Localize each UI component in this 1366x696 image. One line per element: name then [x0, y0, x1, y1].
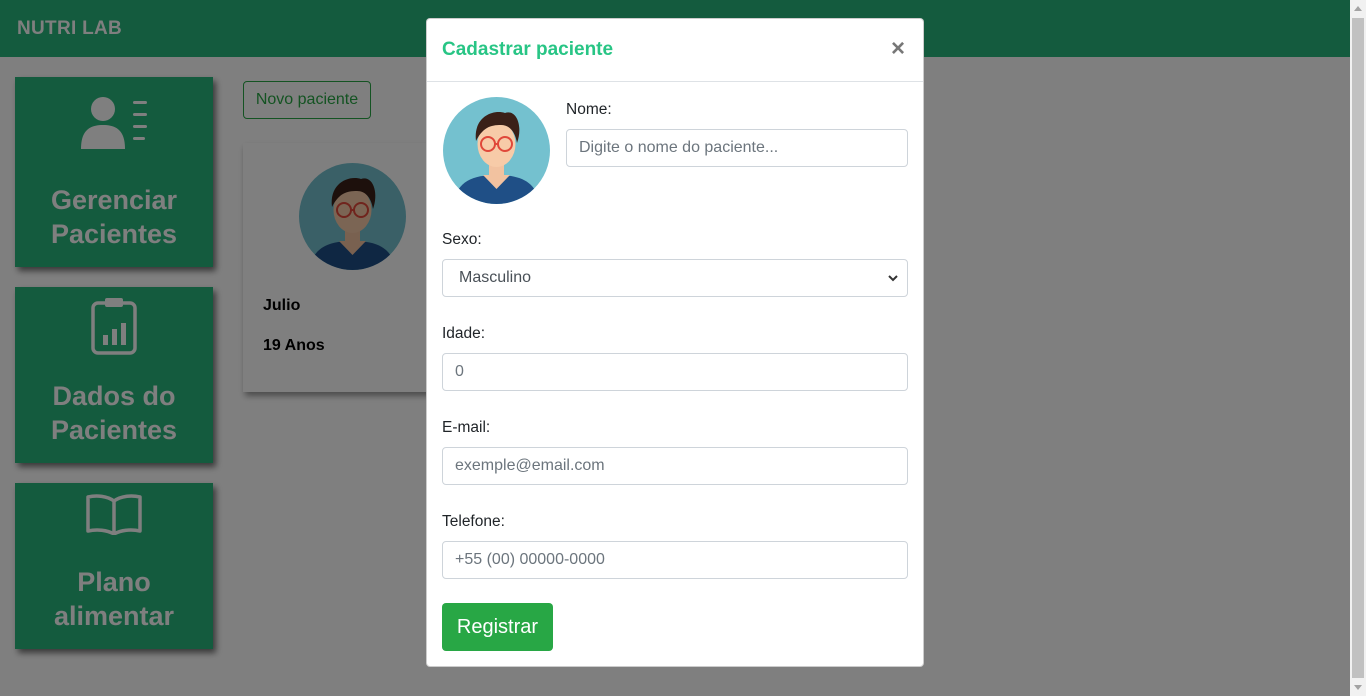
- phone-label: Telefone:: [442, 513, 505, 530]
- sex-select-value: Masculino: [459, 269, 532, 286]
- chevron-down-icon: [888, 275, 898, 282]
- email-label: E-mail:: [442, 419, 491, 436]
- register-patient-modal: Cadastrar paciente × Nome: Digite o nome…: [426, 18, 924, 667]
- name-label: Nome:: [566, 101, 612, 118]
- age-input[interactable]: 0: [442, 353, 908, 391]
- modal-title: Cadastrar paciente: [442, 39, 614, 60]
- modal-header: Cadastrar paciente ×: [427, 19, 923, 82]
- scroll-up-arrow-icon[interactable]: [1350, 0, 1366, 16]
- sex-select[interactable]: Masculino: [442, 259, 908, 297]
- scroll-down-arrow-icon[interactable]: [1350, 680, 1366, 696]
- sex-label: Sexo:: [442, 231, 482, 248]
- patient-avatar: [443, 97, 550, 204]
- name-input[interactable]: Digite o nome do paciente...: [566, 129, 908, 167]
- close-icon[interactable]: ×: [891, 37, 905, 61]
- age-label: Idade:: [442, 325, 486, 342]
- phone-field[interactable]: +55 (00) 00000-0000: [442, 541, 908, 579]
- email-field[interactable]: exemple@email.com: [442, 447, 908, 485]
- register-button[interactable]: Registrar: [442, 603, 553, 651]
- page-scrollbar[interactable]: [1350, 0, 1366, 696]
- scrollbar-thumb[interactable]: [1352, 18, 1364, 678]
